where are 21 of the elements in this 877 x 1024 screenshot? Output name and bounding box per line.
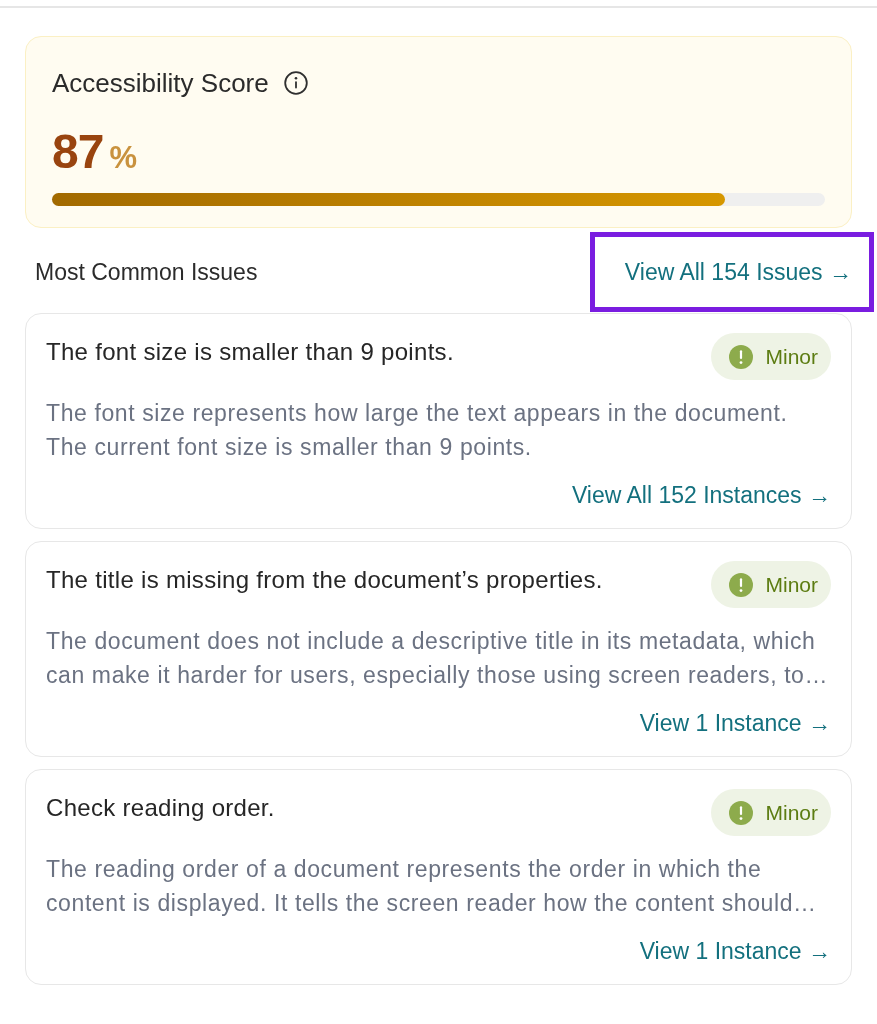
severity-label: Minor [765, 571, 818, 598]
exclamation-icon [729, 344, 754, 369]
score-title: Accessibility Score [52, 68, 269, 98]
exclamation-icon [729, 800, 754, 825]
exclamation-icon [729, 572, 754, 597]
score-unit: % [109, 139, 137, 177]
issue-description: The reading order of a document represents the order in which the content is displayed. It tells the screen reader how the content should… [46, 855, 818, 918]
section-heading: Most Common Issues [34, 258, 258, 286]
issue-title: The font size is smaller than 9 points. [46, 337, 454, 367]
view-instances-link[interactable]: View 1 Instance → [639, 708, 831, 738]
issue-title: Check reading order. [46, 793, 275, 823]
view-instances-link[interactable]: View 1 Instance → [639, 936, 831, 966]
score-value: 87 [52, 128, 104, 176]
view-instances-link[interactable]: View All 152 Instances → [571, 480, 831, 510]
view-all-issues-link[interactable]: View All 154 Issues → [624, 257, 852, 287]
issue-description: The document does not include a descriptive title in its metadata, which can make it harder for users, especially those using screen readers, to… [46, 627, 830, 690]
info-icon[interactable] [283, 71, 308, 95]
issue-description: The font size represents how large the text appears in the document. The current font size is smaller than 9 points. [46, 399, 789, 462]
severity-label: Minor [765, 343, 818, 370]
severity-label: Minor [765, 799, 818, 826]
issue-title: The title is missing from the document’s properties. [46, 565, 603, 595]
